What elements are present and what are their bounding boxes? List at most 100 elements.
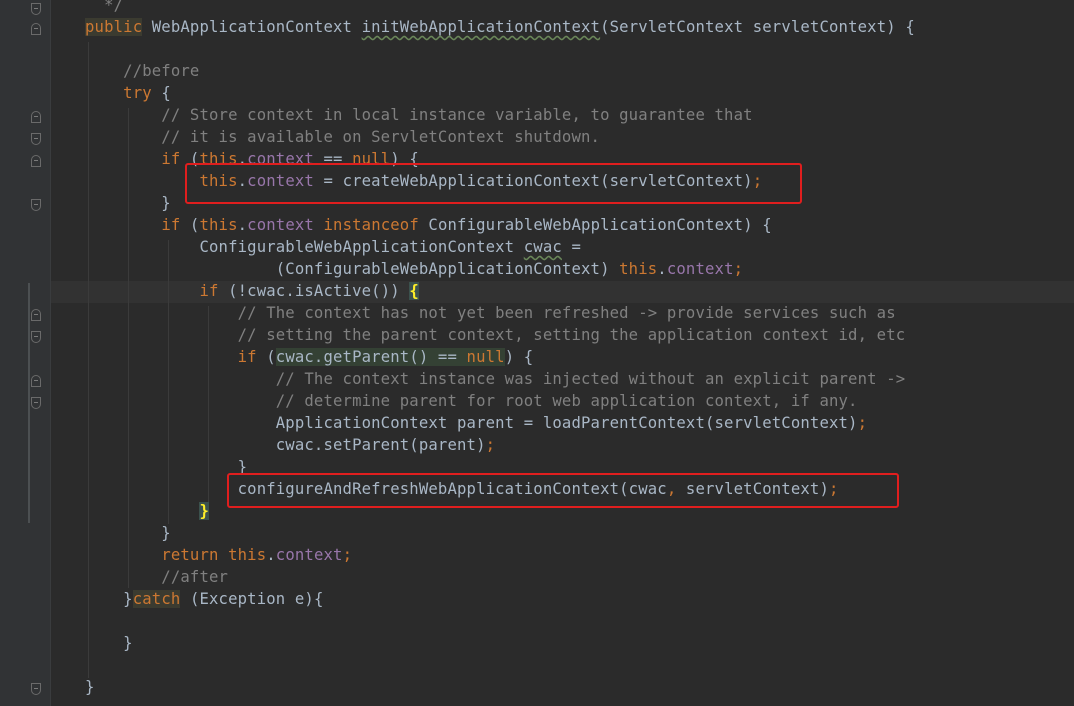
code-token: ConfigurableWebApplicationContext) { <box>418 216 772 234</box>
highlight-box-create-context <box>185 163 802 204</box>
code-line[interactable]: if (this.context instanceof Configurable… <box>85 214 1074 236</box>
code-token: } <box>85 634 133 652</box>
code-line[interactable]: // The context instance was injected wit… <box>85 368 1074 390</box>
code-token: ( <box>180 216 200 234</box>
vcs-change-marker[interactable] <box>28 283 30 523</box>
editor-gutter <box>0 0 50 706</box>
code-line[interactable]: if (!cwac.isActive()) { <box>85 280 1074 302</box>
fold-start-icon[interactable] <box>31 309 41 321</box>
fold-end-icon[interactable] <box>31 331 41 343</box>
code-token: this <box>228 546 267 564</box>
code-token: // it is available on ServletContext shu… <box>85 128 601 146</box>
code-token: instanceof <box>323 216 419 234</box>
code-token: cwac.setParent(parent) <box>85 436 486 454</box>
code-token: } <box>85 524 171 542</box>
code-editor[interactable]: */ public WebApplicationContext initWebAp… <box>85 0 1074 698</box>
code-token: */ <box>85 0 124 14</box>
code-line[interactable] <box>85 610 1074 632</box>
code-line[interactable]: } <box>85 676 1074 698</box>
highlight-box-configure-refresh <box>227 473 899 508</box>
code-token: (ServletContext servletContext) { <box>600 18 915 36</box>
code-line[interactable]: (ConfigurableWebApplicationContext) this… <box>85 258 1074 280</box>
fold-start-icon[interactable] <box>31 111 41 123</box>
code-line[interactable]: if (cwac.getParent() == null) { <box>85 346 1074 368</box>
code-token: { <box>409 282 419 300</box>
fold-end-icon[interactable] <box>31 199 41 211</box>
code-token: ( <box>256 348 276 366</box>
code-token: . <box>266 546 276 564</box>
code-token: ApplicationContext parent = loadParentCo… <box>85 414 858 432</box>
code-line[interactable]: // The context has not yet been refreshe… <box>85 302 1074 324</box>
code-token: if <box>161 150 181 168</box>
fold-end-icon[interactable] <box>31 133 41 145</box>
code-token: if <box>237 348 257 366</box>
code-line[interactable]: // it is available on ServletContext shu… <box>85 126 1074 148</box>
code-line[interactable]: // Store context in local instance varia… <box>85 104 1074 126</box>
code-token: ) { <box>504 348 534 366</box>
code-token: catch <box>132 590 181 608</box>
fold-end-icon[interactable] <box>31 397 41 409</box>
fold-start-icon[interactable] <box>31 375 41 387</box>
code-line[interactable]: //after <box>85 566 1074 588</box>
code-token: // The context instance was injected wit… <box>85 370 906 388</box>
code-token: } <box>199 502 210 520</box>
code-line[interactable]: }catch (Exception e){ <box>85 588 1074 610</box>
code-line[interactable]: // setting the parent context, setting t… <box>85 324 1074 346</box>
code-token: WebApplicationContext <box>142 18 362 36</box>
code-line[interactable]: // determine parent for root web applica… <box>85 390 1074 412</box>
code-token: initWebApplicationContext <box>361 18 601 36</box>
code-line[interactable]: return this.context; <box>85 544 1074 566</box>
code-token: . <box>657 260 667 278</box>
code-token: { <box>151 84 171 102</box>
fold-end-icon[interactable] <box>31 683 41 695</box>
code-line[interactable]: public WebApplicationContext initWebAppl… <box>85 16 1074 38</box>
code-token: return <box>161 546 219 564</box>
code-token: ; <box>485 436 496 454</box>
code-line[interactable]: } <box>85 632 1074 654</box>
code-line[interactable]: */ <box>85 0 1074 16</box>
code-token: ConfigurableWebApplicationContext <box>85 238 524 256</box>
code-line[interactable] <box>85 38 1074 60</box>
code-token: this <box>199 216 238 234</box>
code-token: cwac.getParent() == <box>275 348 467 366</box>
code-token: // determine parent for root web applica… <box>85 392 858 410</box>
code-token: if <box>161 216 181 234</box>
code-token: } <box>85 678 95 696</box>
code-token: ; <box>342 546 353 564</box>
fold-end-icon[interactable] <box>31 3 41 15</box>
code-token: (Exception e){ <box>180 590 324 608</box>
code-line[interactable] <box>85 654 1074 676</box>
code-line[interactable]: cwac.setParent(parent); <box>85 434 1074 456</box>
gutter-separator <box>50 0 51 706</box>
code-token: if <box>199 282 219 300</box>
code-line[interactable]: //before <box>85 60 1074 82</box>
code-token: } <box>85 590 133 608</box>
code-line[interactable]: ApplicationContext parent = loadParentCo… <box>85 412 1074 434</box>
code-token: } <box>85 194 171 212</box>
fold-start-icon[interactable] <box>31 23 41 35</box>
code-token: context <box>247 216 314 234</box>
code-line[interactable]: try { <box>85 82 1074 104</box>
code-token: ; <box>733 260 744 278</box>
code-token: = <box>561 238 581 256</box>
code-token: (!cwac.isActive()) <box>218 282 410 300</box>
code-line[interactable]: ConfigurableWebApplicationContext cwac = <box>85 236 1074 258</box>
fold-start-icon[interactable] <box>31 155 41 167</box>
code-token: ; <box>857 414 868 432</box>
code-token: null <box>466 348 505 366</box>
code-token: //after <box>85 568 229 586</box>
code-token: //before <box>85 62 200 80</box>
code-token: (ConfigurableWebApplicationContext) <box>85 260 620 278</box>
code-line[interactable]: } <box>85 522 1074 544</box>
code-token: try <box>123 84 152 102</box>
